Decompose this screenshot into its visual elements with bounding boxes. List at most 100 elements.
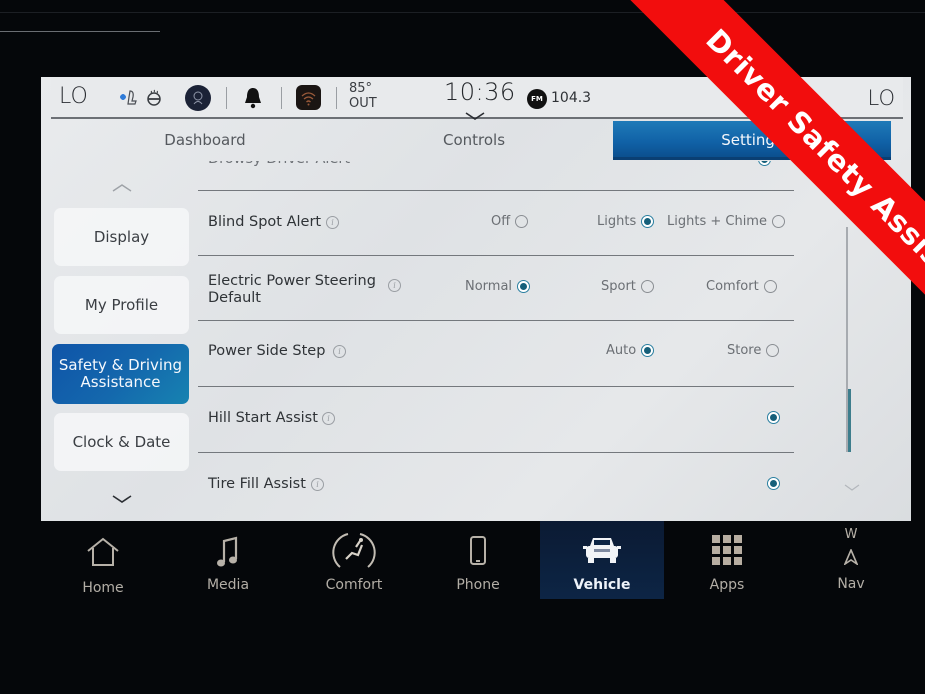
setting-label: Power Side Step: [208, 343, 326, 359]
setting-label: Blind Spot Alert: [208, 214, 322, 230]
bezel-edge-top: [0, 12, 925, 13]
phone-icon: [468, 535, 488, 571]
info-icon[interactable]: i: [326, 216, 339, 229]
option-normal[interactable]: Normal: [465, 279, 531, 294]
option-off[interactable]: Off: [491, 214, 529, 229]
radio-button[interactable]: [766, 344, 780, 357]
setting-row-blind-spot-alert: Blind Spot Alert i Off Lights Lights + C…: [198, 191, 794, 256]
sidebar-item-safety-driving-assistance[interactable]: Safety & Driving Assistance: [52, 344, 189, 404]
option-label: Normal: [465, 279, 513, 294]
radio-selected[interactable]: [517, 280, 531, 293]
status-divider: [281, 87, 282, 109]
option-comfort[interactable]: Comfort: [706, 279, 777, 294]
sidebar-item-label: Safety & Driving Assistance: [58, 356, 183, 391]
setting-row-drowsy-driver-alert: Drowsy Driver Alert: [198, 161, 794, 191]
radio-button[interactable]: [763, 280, 777, 293]
option-label: Lights: [597, 214, 637, 229]
radio-button[interactable]: [640, 280, 654, 293]
setting-row-electric-power-steering: Electric Power Steering Default i Normal…: [198, 256, 794, 321]
option-store[interactable]: Store: [727, 343, 780, 358]
outside-temperature: 85° OUT: [349, 81, 377, 111]
scrollbar-thumb[interactable]: [848, 389, 851, 452]
tab-dashboard[interactable]: Dashboard: [105, 121, 305, 160]
setting-row-hill-start-assist: Hill Start Assist i: [198, 387, 794, 453]
status-divider: [336, 87, 337, 109]
radio-selected[interactable]: [767, 477, 780, 490]
option-label: Store: [727, 343, 762, 358]
radio-selected[interactable]: [641, 215, 655, 228]
chevron-up-icon[interactable]: [111, 178, 133, 197]
bezel-reflection: [0, 31, 160, 32]
radio-button[interactable]: [771, 215, 785, 228]
passenger-temp-button[interactable]: LO: [868, 86, 895, 110]
nav-apps[interactable]: Apps: [665, 521, 789, 599]
sidebar-item-label: Clock & Date: [72, 432, 171, 451]
radio-button[interactable]: [515, 215, 529, 228]
radio-band-badge: FM: [527, 89, 547, 109]
nav-label: Vehicle: [573, 577, 631, 593]
bottom-nav: Home Media Comfort Phone Vehicle Apps W: [41, 521, 911, 611]
setting-row-tire-fill-assist: Tire Fill Assist i: [198, 453, 794, 521]
nav-arrow-icon: [843, 547, 859, 569]
vehicle-icon: [581, 534, 623, 570]
nav-label: Phone: [456, 577, 500, 593]
chevron-down-icon[interactable]: [843, 477, 861, 496]
nav-phone[interactable]: Phone: [416, 521, 540, 599]
radio-selected[interactable]: [767, 411, 780, 424]
sidebar-item-label: Display: [93, 227, 150, 246]
nav-home[interactable]: Home: [41, 521, 165, 599]
nav-label: Home: [82, 580, 124, 596]
nav-vehicle[interactable]: Vehicle: [540, 521, 664, 599]
nav-label: Nav: [837, 576, 865, 592]
notification-bell-icon[interactable]: [242, 86, 264, 114]
option-label: Sport: [601, 279, 636, 294]
compass-heading: W: [844, 527, 858, 542]
setting-row-power-side-step: Power Side Step i Auto Store: [198, 321, 794, 387]
tab-controls[interactable]: Controls: [374, 121, 574, 160]
sidebar-item-clock-date[interactable]: Clock & Date: [54, 413, 189, 471]
option-lights[interactable]: Lights: [597, 214, 655, 229]
wireless-icon[interactable]: [296, 85, 321, 110]
driver-profile-icon[interactable]: [185, 85, 211, 111]
radio-selected[interactable]: [641, 344, 655, 357]
home-icon: [85, 537, 121, 571]
chevron-down-icon[interactable]: [111, 489, 133, 508]
sidebar-item-display[interactable]: Display: [54, 208, 189, 266]
outside-temp-value: 85°: [349, 81, 373, 96]
nav-nav[interactable]: W Nav: [789, 521, 913, 599]
clock[interactable]: 10:36: [444, 78, 516, 106]
nav-label: Comfort: [325, 577, 383, 593]
settings-list: Drowsy Driver Alert Blind Spot Alert i O…: [198, 161, 838, 521]
outside-temp-label: OUT: [349, 96, 377, 111]
info-icon[interactable]: i: [311, 478, 324, 491]
setting-label: Hill Start Assist: [208, 410, 318, 426]
drowsy-driver-alert-toggle[interactable]: [758, 161, 771, 166]
radio-frequency[interactable]: 104.3: [551, 90, 591, 106]
info-icon[interactable]: i: [322, 412, 335, 425]
tire-fill-assist-toggle[interactable]: [767, 477, 780, 490]
seat-fan-icon[interactable]: [118, 87, 140, 113]
info-icon[interactable]: i: [388, 279, 401, 292]
nav-media[interactable]: Media: [166, 521, 290, 599]
radio-selected[interactable]: [758, 161, 771, 166]
setting-label: Electric Power Steering Default: [208, 273, 376, 306]
option-label: Off: [491, 214, 511, 229]
status-divider: [226, 87, 227, 109]
nav-label: Media: [206, 577, 250, 593]
option-auto[interactable]: Auto: [606, 343, 655, 358]
hill-start-assist-toggle[interactable]: [767, 411, 780, 424]
nav-comfort[interactable]: Comfort: [292, 521, 416, 599]
info-icon[interactable]: i: [333, 345, 346, 358]
option-sport[interactable]: Sport: [601, 279, 654, 294]
sidebar-item-my-profile[interactable]: My Profile: [54, 276, 189, 334]
setting-label: Drowsy Driver Alert: [208, 161, 350, 168]
seat-comfort-icon: [330, 529, 378, 579]
steering-wheel-heat-icon[interactable]: [145, 89, 163, 111]
setting-label: Tire Fill Assist: [208, 476, 306, 492]
driver-temp-button[interactable]: LO: [59, 84, 88, 109]
music-note-icon: [215, 535, 241, 573]
apps-grid-icon: [711, 534, 743, 570]
option-lights-chime[interactable]: Lights + Chime: [667, 214, 785, 229]
option-label: Lights + Chime: [667, 214, 767, 229]
option-label: Comfort: [706, 279, 759, 294]
